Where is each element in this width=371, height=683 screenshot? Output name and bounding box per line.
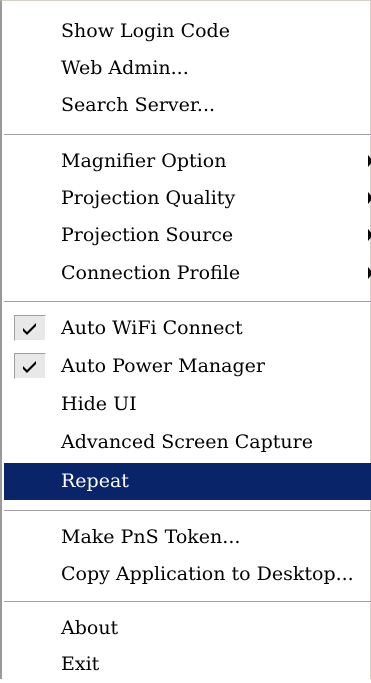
menu-item-show-login-code[interactable]: Show Login Code (4, 13, 371, 50)
context-menu: Show Login Code Web Admin... Search Serv… (0, 0, 371, 679)
menu-item-search-server[interactable]: Search Server... (4, 87, 371, 124)
menu-item-hide-ui[interactable]: Hide UI (4, 386, 371, 423)
menu-item-auto-wifi-connect[interactable]: Auto WiFi Connect (4, 310, 371, 347)
menu-item-label: About (61, 617, 119, 639)
menu-item-label: Projection Quality (61, 187, 236, 209)
menu-item-label: Projection Source (61, 224, 234, 246)
menu-item-label: Web Admin... (61, 57, 189, 79)
menu-item-label: Magnifier Option (61, 150, 227, 172)
menu-item-label: Repeat (61, 470, 129, 492)
menu-item-label: Advanced Screen Capture (61, 431, 314, 453)
menu-item-web-admin[interactable]: Web Admin... (4, 50, 371, 87)
menu-item-label: Hide UI (61, 393, 137, 415)
menu-item-label: Connection Profile (61, 262, 241, 284)
menu-item-auto-power-manager[interactable]: Auto Power Manager (4, 348, 371, 385)
menu-item-projection-source[interactable]: Projection Source (4, 217, 371, 254)
check-icon (14, 353, 46, 379)
menu-item-repeat[interactable]: Repeat (4, 463, 371, 500)
menu-item-label: Auto Power Manager (61, 355, 265, 377)
menu-item-make-pns-token[interactable]: Make PnS Token... (4, 519, 371, 556)
menu-item-connection-profile[interactable]: Connection Profile (4, 255, 371, 292)
menu-item-projection-quality[interactable]: Projection Quality (4, 180, 371, 217)
menu-separator (4, 601, 371, 603)
menu-item-advanced-screen-capture[interactable]: Advanced Screen Capture (4, 424, 371, 461)
menu-item-label: Exit (61, 653, 100, 675)
menu-item-label: Auto WiFi Connect (61, 317, 243, 339)
menu-item-label: Copy Application to Desktop... (61, 563, 354, 585)
menu-item-label: Show Login Code (61, 20, 230, 42)
menu-item-magnifier-option[interactable]: Magnifier Option (4, 143, 371, 180)
menu-item-label: Search Server... (61, 94, 216, 116)
menu-separator (4, 510, 371, 512)
menu-item-exit[interactable]: Exit (4, 646, 371, 683)
menu-item-copy-application-to-desktop[interactable]: Copy Application to Desktop... (4, 556, 371, 593)
menu-separator (4, 301, 371, 303)
check-icon (14, 315, 46, 341)
menu-separator (4, 134, 371, 136)
menu-item-label: Make PnS Token... (61, 526, 241, 548)
menu-item-about[interactable]: About (4, 610, 371, 647)
